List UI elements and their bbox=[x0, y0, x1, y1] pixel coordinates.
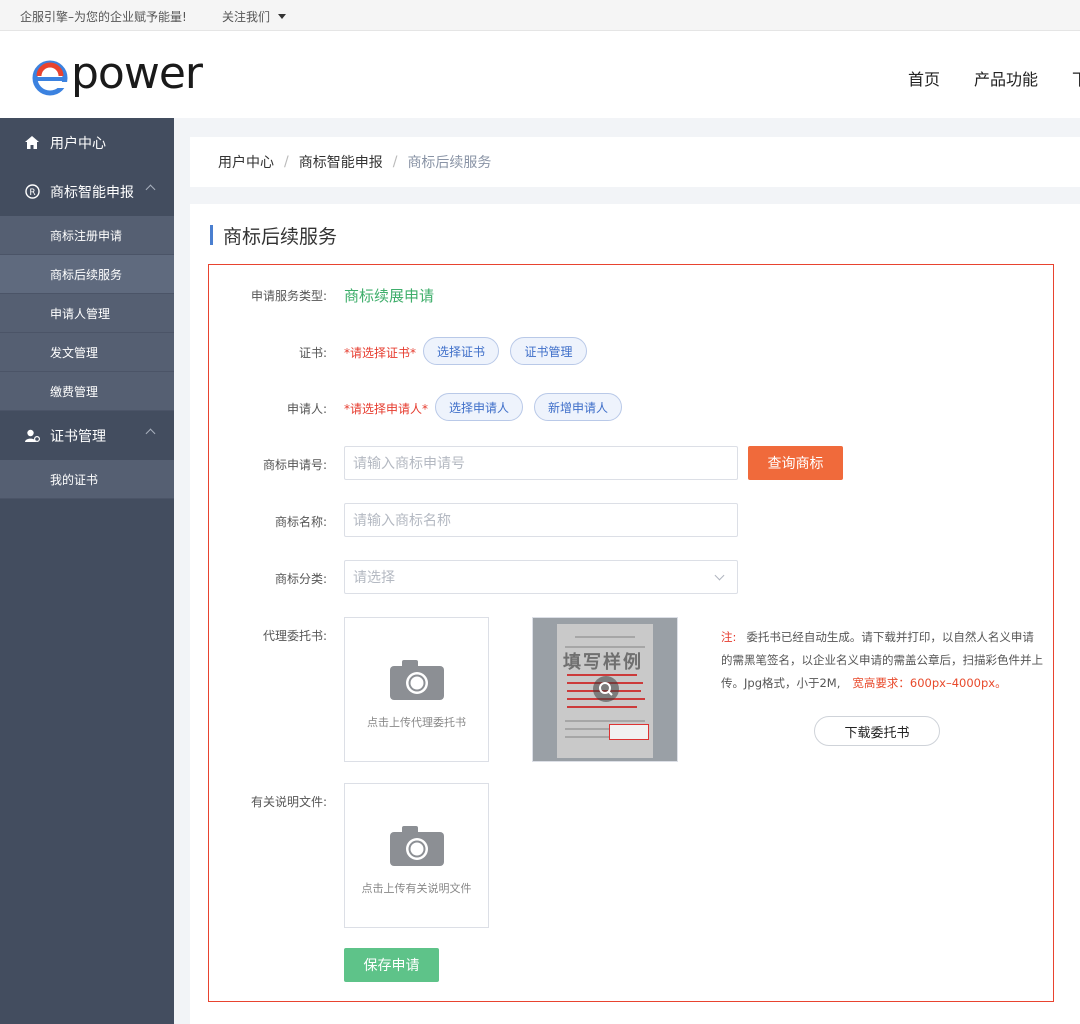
sidebar-group-label: 证书管理 bbox=[50, 428, 106, 445]
sidebar: 用户中心 R 商标智能申报 商标注册申请 商标后续服务 申请人管理 发文管理 缴… bbox=[0, 118, 174, 1024]
sidebar-item-document-mgmt[interactable]: 发文管理 bbox=[0, 333, 174, 372]
page-title: 商标后续服务 bbox=[210, 224, 338, 248]
svg-text:R: R bbox=[29, 188, 35, 198]
upload-poa[interactable]: 点击上传代理委托书 bbox=[344, 617, 489, 762]
manage-certificate-button[interactable]: 证书管理 bbox=[510, 337, 587, 365]
query-trademark-button[interactable]: 查询商标 bbox=[748, 446, 843, 480]
user-cert-icon bbox=[24, 428, 40, 444]
note-size-requirement: 宽高要求：600px–4000px。 bbox=[852, 676, 1007, 690]
paper-line bbox=[575, 636, 635, 638]
paper-line bbox=[565, 728, 615, 730]
add-applicant-button[interactable]: 新增申请人 bbox=[534, 393, 622, 421]
label-applicant: 申请人: bbox=[286, 402, 327, 416]
logo-wordmark: power bbox=[71, 48, 203, 99]
sidebar-item-my-certs[interactable]: 我的证书 bbox=[0, 460, 174, 499]
applicant-required-hint: *请选择申请人* bbox=[344, 402, 429, 416]
breadcrumb-separator: / bbox=[284, 154, 289, 170]
sidebar-item-tm-followup[interactable]: 商标后续服务 bbox=[0, 255, 174, 294]
tm-class-placeholder: 请选择 bbox=[353, 570, 395, 586]
title-accent-bar bbox=[210, 225, 213, 245]
upload-poa-text: 点击上传代理委托书 bbox=[367, 716, 466, 729]
paper-red-line bbox=[567, 706, 637, 708]
logo-e-mark-icon bbox=[32, 60, 68, 96]
follow-us-dropdown[interactable]: 关注我们 bbox=[222, 8, 287, 25]
breadcrumb-trademark[interactable]: 商标智能申报 bbox=[299, 152, 383, 172]
sidebar-group-cert-mgmt[interactable]: 证书管理 bbox=[0, 411, 174, 460]
poa-sample-image[interactable]: 填写样例 bbox=[532, 617, 678, 762]
page-title-text: 商标后续服务 bbox=[223, 225, 338, 248]
main-nav: 首页 产品功能 下 bbox=[908, 66, 1080, 90]
cert-submenu: 我的证书 bbox=[0, 460, 174, 499]
breadcrumb-current: 商标后续服务 bbox=[407, 155, 492, 171]
label-certificate: 证书: bbox=[298, 346, 327, 360]
slogan-text: 企服引擎–为您的企业赋予能量! bbox=[20, 10, 187, 24]
nav-features[interactable]: 产品功能 bbox=[974, 66, 1038, 90]
select-certificate-button[interactable]: 选择证书 bbox=[423, 337, 499, 365]
download-poa-button[interactable]: 下载委托书 bbox=[814, 716, 940, 746]
caret-down-icon bbox=[278, 14, 287, 19]
home-icon bbox=[24, 135, 40, 151]
tm-class-select[interactable]: 请选择 bbox=[344, 560, 738, 594]
sidebar-group-trademark[interactable]: R 商标智能申报 bbox=[0, 167, 174, 216]
label-tm-class: 商标分类: bbox=[274, 572, 327, 586]
trademark-submenu: 商标注册申请 商标后续服务 申请人管理 发文管理 缴费管理 bbox=[0, 216, 174, 411]
followup-form: 申请服务类型: 商标续展申请 证书: *请选择证书* 选择证书 证书管理 申请人… bbox=[208, 264, 1054, 1002]
sample-watermark: 填写样例 bbox=[563, 652, 643, 673]
breadcrumb: 用户中心 / 商标智能申报 / 商标后续服务 bbox=[190, 137, 1080, 187]
label-service-type: 申请服务类型: bbox=[250, 289, 327, 303]
follow-us-label: 关注我们 bbox=[222, 10, 271, 24]
label-app-number: 商标申请号: bbox=[262, 458, 327, 472]
save-application-button[interactable]: 保存申请 bbox=[344, 948, 439, 982]
sidebar-item-tm-register[interactable]: 商标注册申请 bbox=[0, 216, 174, 255]
camera-icon bbox=[390, 826, 444, 866]
chevron-down-icon bbox=[714, 570, 725, 581]
breadcrumb-separator: / bbox=[392, 154, 398, 170]
select-applicant-button[interactable]: 选择申请人 bbox=[435, 393, 523, 421]
chevron-up-icon bbox=[145, 184, 156, 195]
app-number-placeholder: 请输入商标申请号 bbox=[353, 456, 465, 472]
sidebar-item-applicant-mgmt[interactable]: 申请人管理 bbox=[0, 294, 174, 333]
label-poa: 代理委托书: bbox=[262, 629, 327, 643]
sidebar-item-payment-mgmt[interactable]: 缴费管理 bbox=[0, 372, 174, 411]
tm-name-input[interactable]: 请输入商标名称 bbox=[344, 503, 738, 537]
site-header: power 首页 产品功能 下 bbox=[0, 31, 1080, 118]
paper-line bbox=[565, 720, 645, 722]
certificate-required-hint: *请选择证书* bbox=[344, 346, 417, 360]
service-type-value: 商标续展申请 bbox=[344, 287, 435, 305]
poa-note: 注: 委托书已经自动生成。请下载并打印，以自然人名义申请的需黑笔签名，以企业名义申… bbox=[721, 626, 1045, 695]
nav-home[interactable]: 首页 bbox=[908, 66, 940, 90]
upload-docs-text: 点击上传有关说明文件 bbox=[361, 882, 472, 895]
sample-stamp bbox=[609, 724, 649, 740]
registered-icon: R bbox=[24, 184, 40, 200]
camera-icon bbox=[390, 660, 444, 700]
sidebar-group-label: 用户中心 bbox=[50, 135, 106, 152]
nav-download[interactable]: 下 bbox=[1072, 66, 1080, 90]
sidebar-group-user-center[interactable]: 用户中心 bbox=[0, 118, 174, 167]
zoom-icon bbox=[593, 676, 619, 702]
upload-docs[interactable]: 点击上传有关说明文件 bbox=[344, 783, 489, 928]
top-bar: 企服引擎–为您的企业赋予能量! 关注我们 bbox=[0, 0, 1080, 31]
label-tm-name: 商标名称: bbox=[274, 515, 327, 529]
tm-name-placeholder: 请输入商标名称 bbox=[353, 513, 451, 529]
app-number-input[interactable]: 请输入商标申请号 bbox=[344, 446, 738, 480]
note-label: 注: bbox=[721, 630, 737, 644]
chevron-up-icon bbox=[145, 428, 156, 439]
label-docs: 有关说明文件: bbox=[250, 795, 327, 809]
sidebar-group-label: 商标智能申报 bbox=[50, 184, 134, 201]
epower-logo[interactable]: power bbox=[30, 48, 203, 101]
breadcrumb-user-center[interactable]: 用户中心 bbox=[218, 152, 274, 172]
